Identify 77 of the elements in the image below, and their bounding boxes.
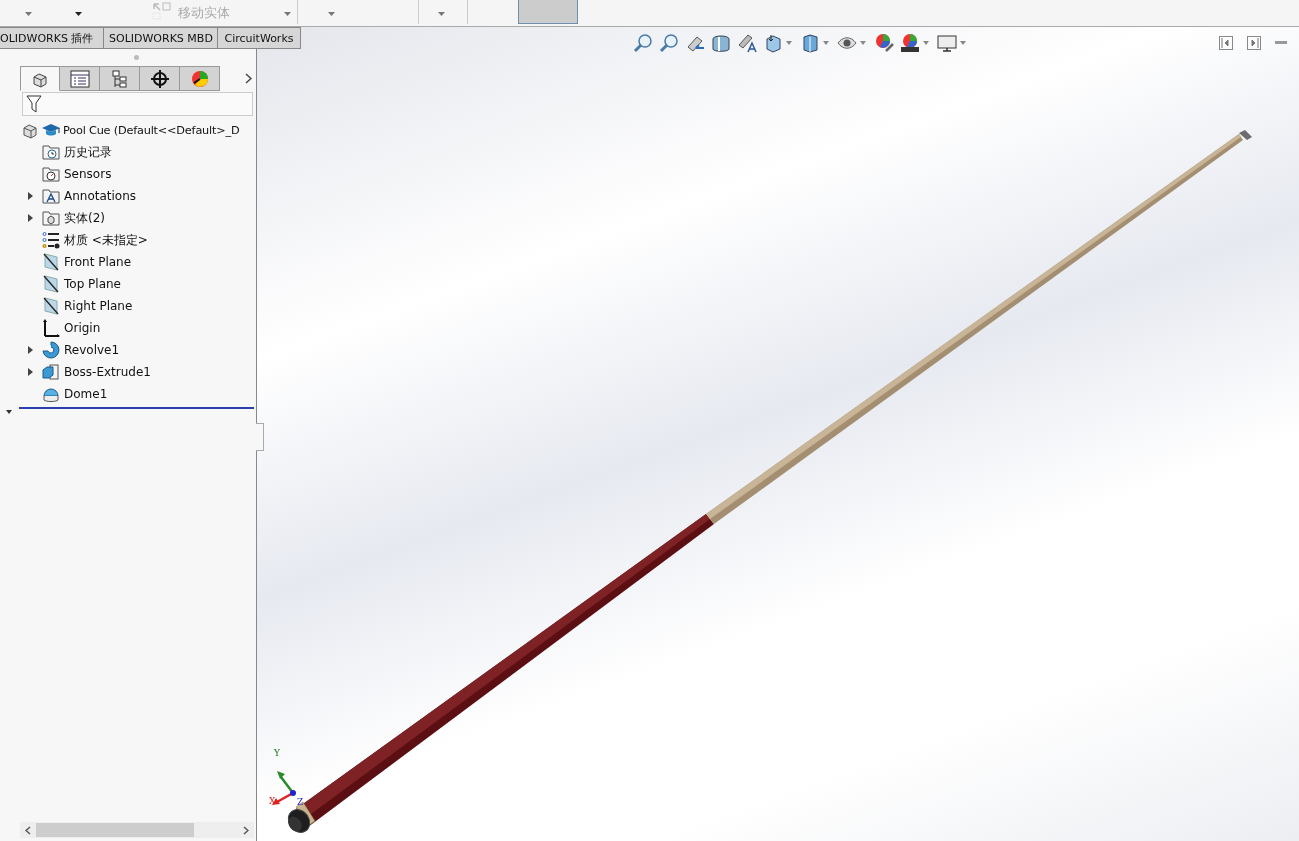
- gauge-folder-icon: [42, 166, 60, 182]
- move-icon: [152, 2, 172, 20]
- tree-item-label: 实体(2): [64, 209, 105, 227]
- pie-chart-icon: [189, 68, 210, 89]
- scroll-left-icon[interactable]: [25, 825, 31, 835]
- tree-item-label: Front Plane: [64, 255, 132, 269]
- annotation-view-icon[interactable]: [737, 33, 757, 53]
- plane-icon: [42, 253, 60, 271]
- clock-folder-icon: [42, 144, 60, 160]
- horizontal-scrollbar[interactable]: [20, 822, 254, 838]
- tree-item[interactable]: Revolve1: [0, 339, 256, 361]
- tree-structure-icon: [111, 69, 128, 88]
- expand-arrow-icon[interactable]: [27, 346, 33, 354]
- tree-item[interactable]: Pool Cue (Default<<Default>_D: [0, 119, 256, 141]
- chevron-right-icon[interactable]: [245, 73, 252, 84]
- tree-item[interactable]: Right Plane: [0, 295, 256, 317]
- section-view-icon[interactable]: [711, 33, 731, 53]
- axis-label: Z: [297, 798, 304, 807]
- tree-item[interactable]: Annotations: [0, 185, 256, 207]
- panel-tab[interactable]: [140, 66, 180, 91]
- tree-item-label: Top Plane: [64, 277, 121, 291]
- display-style-icon[interactable]: [800, 33, 820, 53]
- caret-icon[interactable]: [6, 410, 12, 414]
- tree-item-label: Dome1: [64, 387, 108, 401]
- crosshair-icon: [149, 68, 170, 89]
- scroll-right-icon[interactable]: [243, 825, 249, 835]
- minimize-icon[interactable]: [1275, 41, 1287, 45]
- cube-folder-icon: [42, 210, 60, 226]
- dome-icon: [42, 385, 60, 403]
- plane-icon: [42, 297, 60, 315]
- ribbon-tab[interactable]: OLIDWORKS 插件: [0, 27, 104, 49]
- tree-item-label: Annotations: [64, 189, 137, 203]
- zoom-area-icon[interactable]: [659, 33, 679, 53]
- ribbon-tab[interactable]: SOLIDWORKS MBD: [104, 27, 218, 49]
- tree-item[interactable]: 材质 <未指定>: [0, 229, 256, 251]
- tree-item[interactable]: Boss-Extrude1: [0, 361, 256, 383]
- tree-item[interactable]: Top Plane: [0, 273, 256, 295]
- tree-item-label: Origin: [64, 321, 101, 335]
- plane-icon: [42, 275, 60, 293]
- tree-item-label: Sensors: [64, 167, 112, 181]
- filter-icon: [26, 95, 42, 113]
- collapse-left-icon[interactable]: [1219, 36, 1233, 50]
- extrude-icon: [42, 363, 60, 381]
- tree-item-label: Boss-Extrude1: [64, 365, 151, 379]
- origin-axes-icon: [42, 319, 60, 337]
- collapse-right-icon[interactable]: [1247, 36, 1261, 50]
- tree-item-label: Pool Cue (Default<<Default>_D: [63, 123, 240, 137]
- tree-item-label: 历史记录: [64, 143, 112, 161]
- filter-field[interactable]: [22, 92, 253, 116]
- tree-item[interactable]: Origin: [0, 317, 256, 339]
- graduation-cap-icon: [41, 122, 61, 138]
- letter-folder-icon: [42, 188, 60, 204]
- tree-item[interactable]: Dome1: [0, 383, 256, 405]
- ribbon-tab[interactable]: CircuitWorks: [218, 27, 301, 49]
- tree-item[interactable]: Front Plane: [0, 251, 256, 273]
- panel-tab[interactable]: [100, 66, 140, 91]
- caret-icon[interactable]: [75, 12, 82, 16]
- expand-arrow-icon[interactable]: [27, 214, 33, 222]
- axis-label: Y: [274, 749, 280, 758]
- list-icon: [69, 69, 90, 88]
- tree-item[interactable]: 历史记录: [0, 141, 256, 163]
- material-list-icon: [42, 231, 60, 249]
- tree-item-label: Right Plane: [64, 299, 133, 313]
- zoom-fit-icon[interactable]: [633, 33, 653, 53]
- expand-arrow-icon[interactable]: [27, 368, 33, 376]
- resize-handle[interactable]: [133, 55, 139, 60]
- expand-arrow-icon[interactable]: [27, 192, 33, 200]
- tree-item[interactable]: 实体(2): [0, 207, 256, 229]
- tree-item[interactable]: Sensors: [0, 163, 256, 185]
- monitor-icon[interactable]: [937, 33, 957, 53]
- revolve-icon: [42, 341, 60, 359]
- axis-triad-drawing: [271, 770, 297, 805]
- tree-item-label: Revolve1: [64, 343, 120, 357]
- scene-icon[interactable]: [900, 33, 920, 53]
- appearance-icon[interactable]: [874, 33, 894, 53]
- view-orientation-icon[interactable]: [763, 33, 783, 53]
- tree-item-label: 材质 <未指定>: [64, 231, 148, 249]
